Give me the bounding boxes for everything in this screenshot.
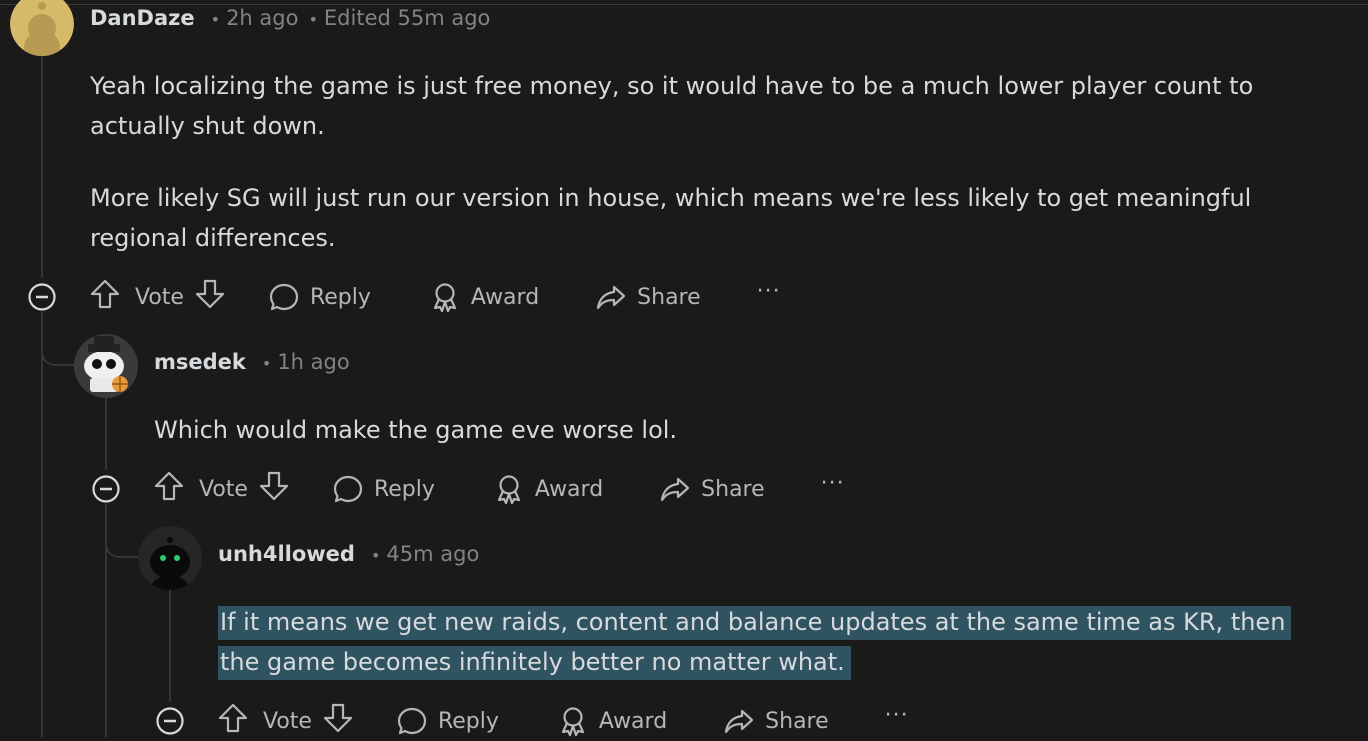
thread-branch: [41, 314, 77, 366]
comment-meta: DanDaze • 2h ago • Edited 55m ago: [90, 6, 490, 30]
share-button[interactable]: Share: [595, 281, 701, 313]
avatar[interactable]: [10, 0, 74, 56]
reply-icon: [397, 707, 427, 735]
vote-label: Vote: [135, 284, 184, 310]
reply-label: Reply: [309, 284, 371, 310]
share-icon: [661, 477, 690, 502]
reply-icon: [269, 283, 299, 311]
downvote-icon: [323, 703, 353, 733]
downvote-button[interactable]: [258, 470, 290, 508]
collapse-button[interactable]: [27, 282, 57, 312]
thread-line: [41, 56, 43, 278]
comment-paragraph: More likely SG will just run our version…: [90, 184, 1252, 252]
collapse-icon: [92, 475, 120, 503]
award-button[interactable]: Award: [557, 705, 667, 737]
downvote-icon: [259, 471, 289, 501]
upvote-button[interactable]: [217, 702, 249, 740]
collapse-button[interactable]: [91, 474, 121, 504]
share-icon: [597, 285, 626, 310]
vote-group: Vote: [153, 470, 290, 508]
reply-button[interactable]: Reply: [396, 705, 499, 737]
thread-line: [105, 398, 107, 470]
collapse-button[interactable]: [155, 706, 185, 736]
award-icon: [433, 283, 457, 313]
comment-paragraph: If it means we get new raids, content an…: [218, 602, 1313, 682]
thread-branch: [105, 506, 141, 558]
avatar[interactable]: [138, 526, 202, 590]
more-icon[interactable]: ···: [885, 705, 909, 731]
username[interactable]: unh4llowed: [218, 542, 355, 566]
more-icon[interactable]: ···: [821, 473, 845, 499]
timestamp[interactable]: 1h ago: [277, 350, 349, 374]
vote-group: Vote: [89, 278, 226, 316]
award-button[interactable]: Award: [429, 281, 539, 313]
upvote-icon: [90, 279, 120, 309]
reply-label: Reply: [437, 708, 499, 734]
vote-label: Vote: [263, 708, 312, 734]
comment-paragraph: Yeah localizing the game is just free mo…: [90, 72, 1254, 140]
top-divider: [0, 4, 1368, 5]
avatar[interactable]: [74, 334, 138, 398]
comment-paragraph: Which would make the game eve worse lol.: [154, 416, 678, 444]
reply-button[interactable]: Reply: [268, 281, 371, 313]
award-label: Award: [470, 284, 540, 310]
vote-label: Vote: [199, 476, 248, 502]
collapse-icon: [156, 707, 184, 735]
share-button[interactable]: Share: [659, 473, 765, 505]
meta-separator: •: [370, 546, 381, 565]
selected-text: If it means we get new raids, content an…: [218, 606, 1292, 680]
meta-separator: •: [210, 10, 221, 29]
username[interactable]: DanDaze: [90, 6, 195, 30]
reply-button[interactable]: Reply: [332, 473, 435, 505]
award-label: Award: [598, 708, 668, 734]
username[interactable]: msedek: [154, 350, 246, 374]
upvote-button[interactable]: [153, 470, 185, 508]
upvote-icon: [218, 703, 248, 733]
edited-label: Edited 55m ago: [323, 6, 491, 30]
meta-separator: •: [261, 354, 272, 373]
comment-meta: msedek • 1h ago: [154, 350, 350, 374]
upvote-button[interactable]: [89, 278, 121, 316]
share-label: Share: [701, 476, 765, 502]
award-label: Award: [534, 476, 604, 502]
reply-icon: [333, 475, 363, 503]
comment-actions: Vote Reply Award Share ···: [155, 701, 909, 741]
share-icon: [725, 709, 754, 734]
vote-group: Vote: [217, 702, 354, 740]
upvote-icon: [154, 471, 184, 501]
award-icon: [497, 475, 521, 505]
thread-line: [41, 312, 43, 737]
meta-separator: •: [308, 10, 318, 29]
downvote-icon: [195, 279, 225, 309]
comment-meta: unh4llowed • 45m ago: [218, 542, 479, 566]
downvote-button[interactable]: [194, 278, 226, 316]
downvote-button[interactable]: [322, 702, 354, 740]
award-icon: [561, 707, 585, 737]
share-label: Share: [637, 284, 701, 310]
collapse-icon: [28, 283, 56, 311]
timestamp[interactable]: 2h ago: [226, 6, 298, 30]
comment-actions: Vote Reply Award Share ···: [91, 469, 845, 509]
timestamp[interactable]: 45m ago: [386, 542, 479, 566]
reply-label: Reply: [373, 476, 435, 502]
comment-actions: Vote Reply Award Share ···: [27, 277, 781, 317]
award-button[interactable]: Award: [493, 473, 603, 505]
more-icon[interactable]: ···: [757, 281, 781, 307]
share-button[interactable]: Share: [723, 705, 829, 737]
share-label: Share: [765, 708, 829, 734]
thread-line: [169, 590, 171, 702]
